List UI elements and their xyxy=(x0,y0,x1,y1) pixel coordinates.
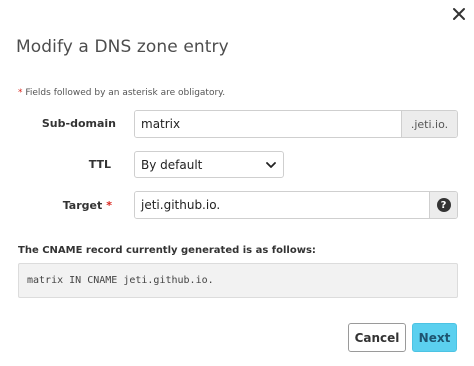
target-help-button[interactable]: ? xyxy=(429,192,457,218)
subdomain-suffix: .jeti.io. xyxy=(401,111,457,137)
cancel-button[interactable]: Cancel xyxy=(348,323,406,352)
subdomain-label: Sub-domain xyxy=(41,117,116,130)
required-star: * xyxy=(18,88,23,98)
target-required-star: * xyxy=(106,199,112,212)
target-input-group: jeti.github.io. ? xyxy=(134,191,458,219)
close-button[interactable] xyxy=(444,0,474,28)
required-note-text: Fields followed by an asterisk are oblig… xyxy=(25,88,226,98)
required-fields-note: * Fields followed by an asterisk are obl… xyxy=(18,88,225,98)
target-label: Target * xyxy=(18,199,112,212)
cname-preview-label: The CNAME record currently generated is … xyxy=(18,245,316,256)
subdomain-input-group: matrix .jeti.io. xyxy=(134,110,458,138)
subdomain-input[interactable]: matrix xyxy=(135,111,401,137)
cname-record-text: matrix IN CNAME jeti.github.io. xyxy=(27,275,214,286)
dialog-title: Modify a DNS zone entry xyxy=(16,37,229,57)
chevron-down-icon xyxy=(266,162,276,168)
target-input[interactable]: jeti.github.io. xyxy=(135,192,429,218)
ttl-select[interactable]: By default xyxy=(134,151,284,178)
cname-preview-box: matrix IN CNAME jeti.github.io. xyxy=(18,263,458,298)
question-mark-icon: ? xyxy=(436,198,451,212)
close-icon xyxy=(453,8,465,20)
next-button[interactable]: Next xyxy=(412,323,457,352)
target-label-text: Target xyxy=(62,199,103,212)
ttl-selected-value: By default xyxy=(141,157,203,172)
ttl-label: TTL xyxy=(88,158,111,171)
